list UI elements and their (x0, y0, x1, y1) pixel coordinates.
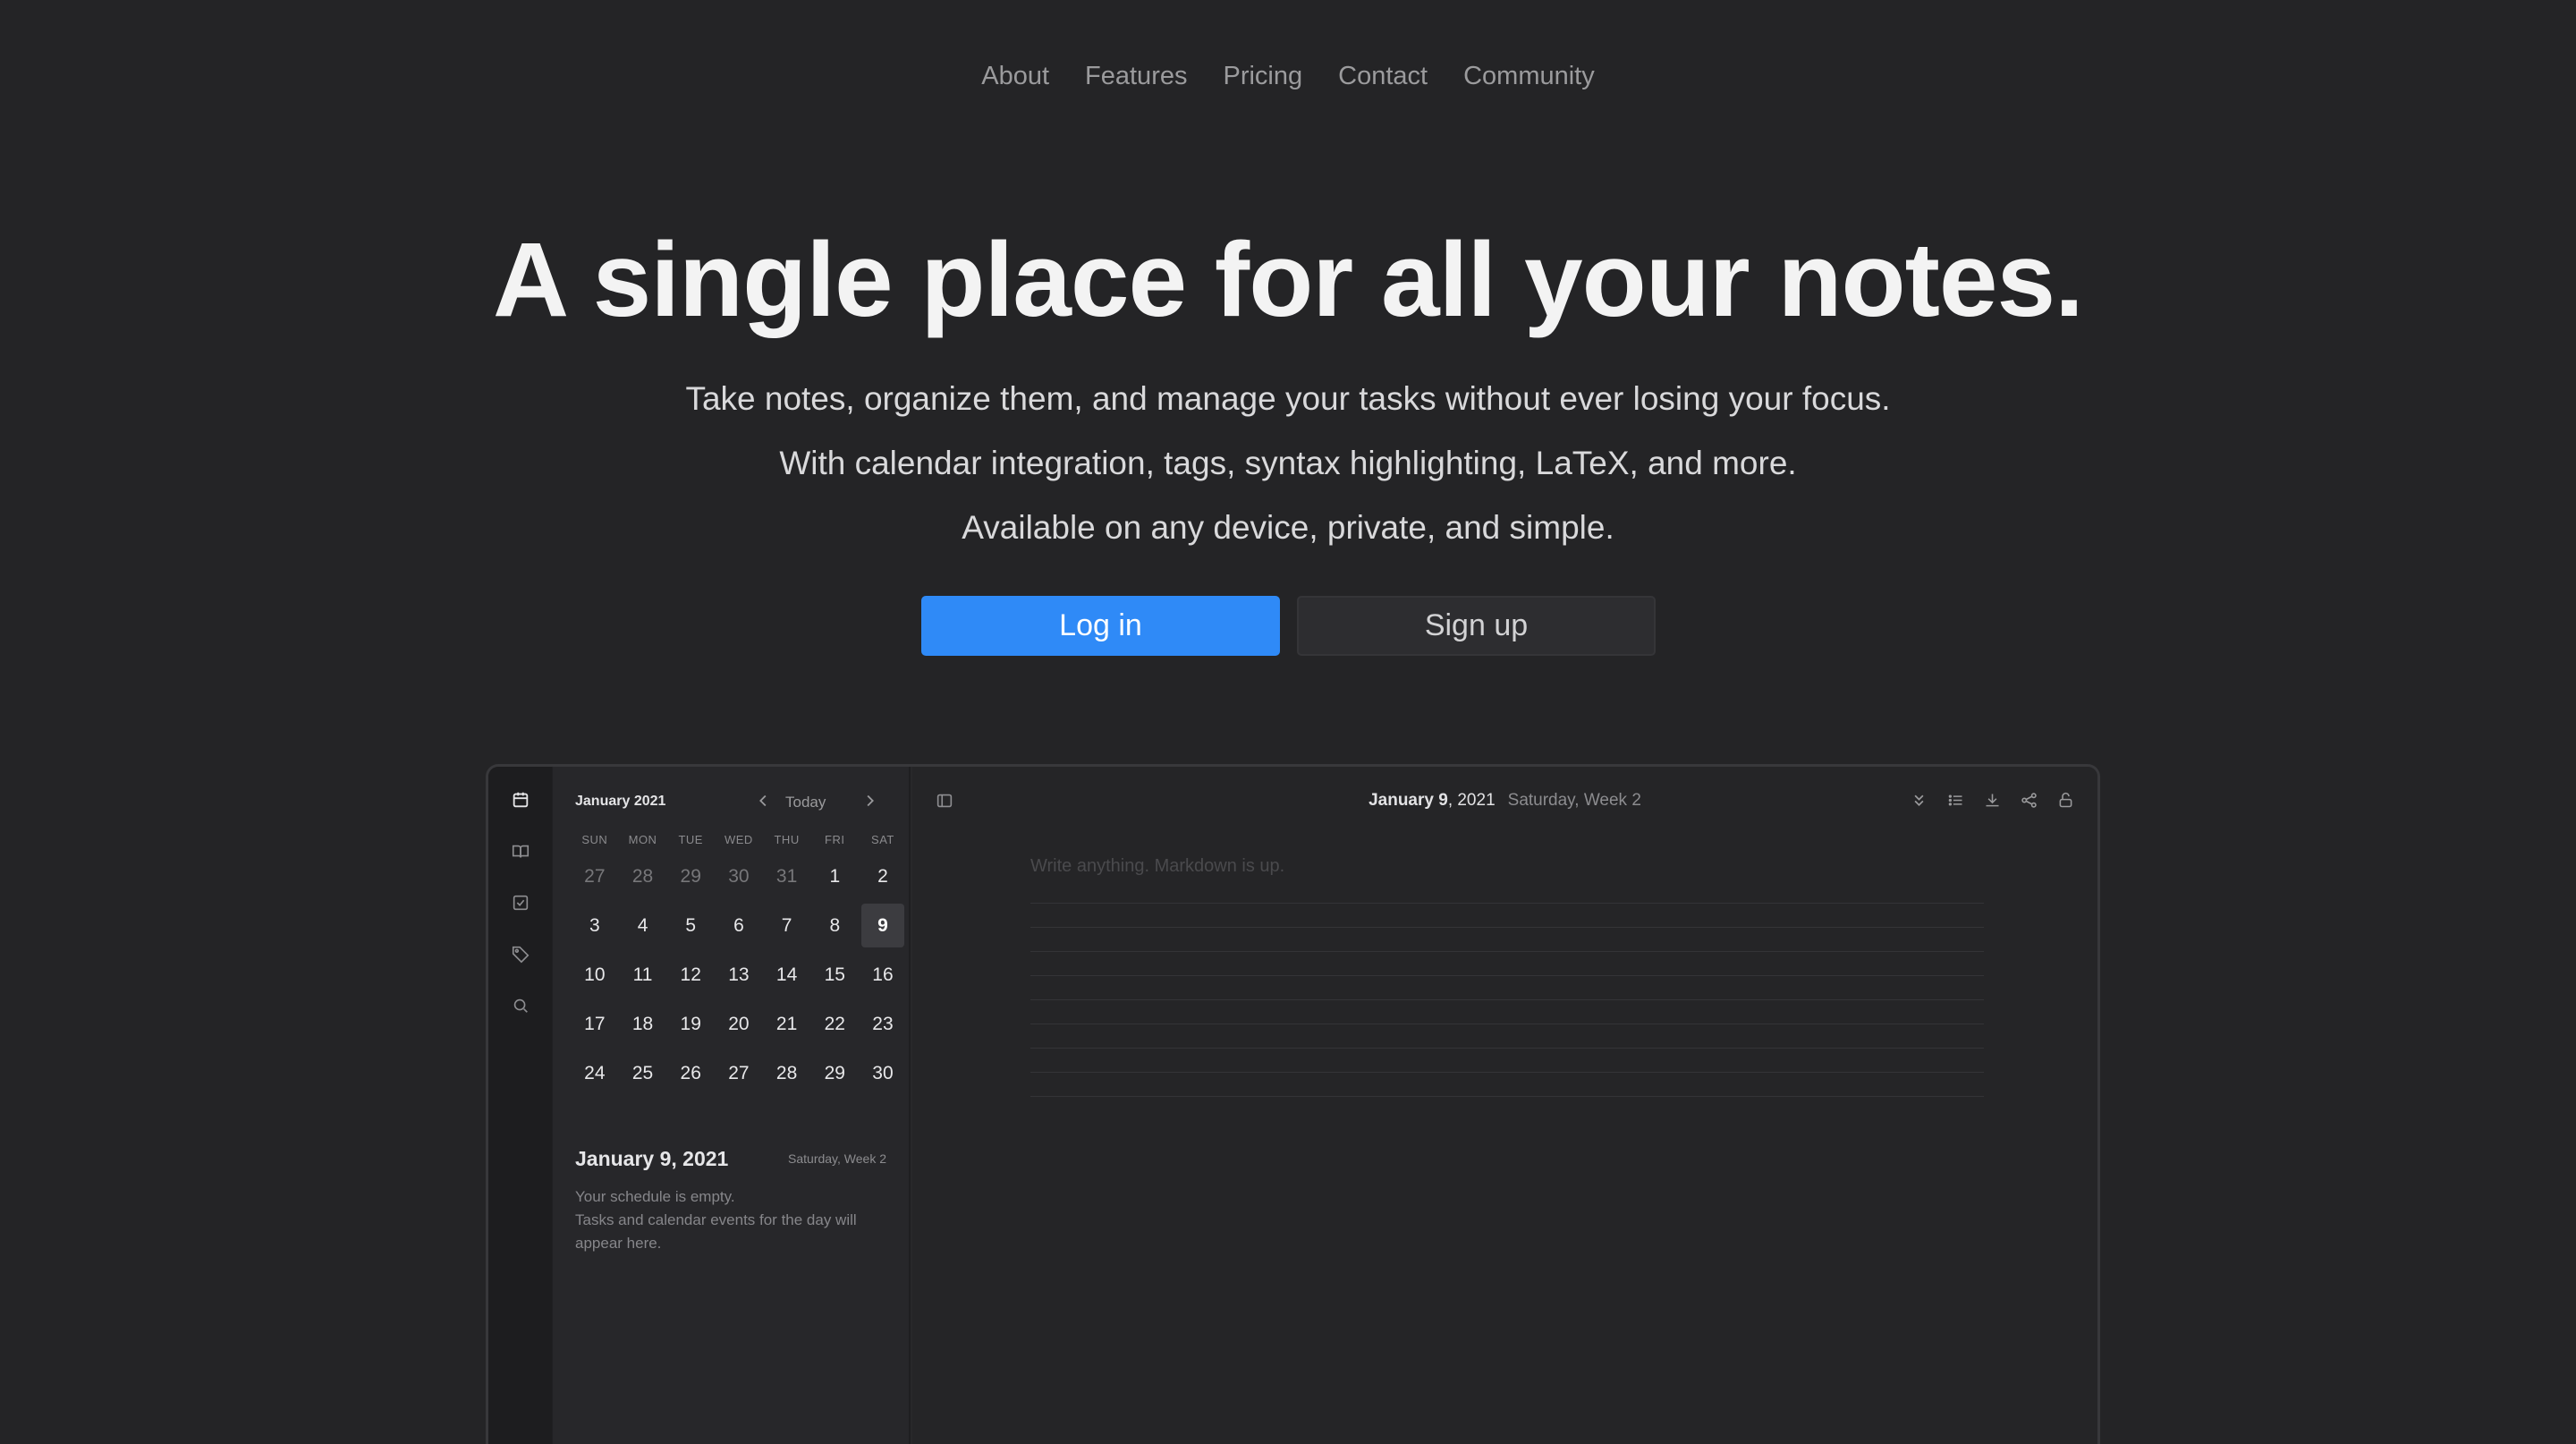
editor-title-sub: Saturday, Week 2 (1507, 791, 1641, 810)
weekday-label: MON (628, 833, 657, 846)
calendar-day[interactable]: 25 (622, 1051, 665, 1095)
calendar-day[interactable]: 30 (717, 854, 760, 898)
weekday-label: THU (774, 833, 800, 846)
weekday-label: WED (724, 833, 753, 846)
calendar-day[interactable]: 11 (622, 953, 665, 997)
weekday-label: SUN (581, 833, 608, 846)
calendar-day[interactable]: 24 (573, 1051, 616, 1095)
hero-line-1: Take notes, organize them, and manage yo… (685, 380, 1891, 417)
calendar-day[interactable]: 15 (813, 953, 856, 997)
calendar-day[interactable]: 23 (861, 1002, 904, 1046)
calendar-day[interactable]: 29 (813, 1051, 856, 1095)
hero-title: A single place for all your notes. (493, 221, 2084, 339)
today-button[interactable]: Today (785, 794, 826, 811)
schedule-empty-message: Your schedule is empty. Tasks and calend… (575, 1185, 897, 1255)
top-nav: About Features Pricing Contact Community (0, 54, 2576, 98)
schedule-empty-line: Your schedule is empty. (575, 1188, 735, 1205)
calendar-day[interactable]: 18 (622, 1002, 665, 1046)
login-button[interactable]: Log in (921, 596, 1280, 656)
calendar-day[interactable]: 21 (766, 1002, 809, 1046)
calendar-day[interactable]: 28 (622, 854, 665, 898)
icon-rail (488, 767, 553, 1444)
weekday-label: FRI (825, 833, 845, 846)
app-preview: January 2021 Today SUN MON TUE WED THU F… (486, 764, 2100, 1444)
calendar-day[interactable]: 1 (813, 854, 856, 898)
calendar-day[interactable]: 8 (813, 904, 856, 947)
calendar-day[interactable]: 16 (861, 953, 904, 997)
signup-button[interactable]: Sign up (1297, 596, 1656, 656)
editor-title-date: January 9 (1368, 791, 1448, 810)
note-editor: January 9, 2021 Saturday, Week 2 Write an… (912, 767, 2097, 1444)
calendar-day[interactable]: 27 (717, 1051, 760, 1095)
calendar-days-grid: 27 28 29 30 31 1 2 3 4 5 6 7 8 9 10 11 12 13 14 15 16 17 18 19 2… (571, 852, 907, 1098)
download-icon[interactable] (1983, 791, 2002, 810)
calendar-day[interactable]: 22 (813, 1002, 856, 1046)
calendar-day[interactable]: 3 (573, 904, 616, 947)
calendar-day[interactable]: 10 (573, 953, 616, 997)
calendar-day[interactable]: 4 (622, 904, 665, 947)
calendar-day[interactable]: 30 (861, 1051, 904, 1095)
calendar-day[interactable]: 13 (717, 953, 760, 997)
calendar-icon[interactable] (511, 790, 530, 810)
editor-toolbar (1910, 791, 2075, 810)
schedule-empty-line: Tasks and calendar events for the day wi… (575, 1211, 857, 1252)
hero-line-2: With calendar integration, tags, syntax … (779, 445, 1797, 481)
calendar-day-selected[interactable]: 9 (861, 904, 904, 947)
nav-community[interactable]: Community (1463, 54, 1595, 98)
calendar-day[interactable]: 6 (717, 904, 760, 947)
hero-line-3: Available on any device, private, and si… (962, 509, 1614, 546)
calendar-day[interactable]: 2 (861, 854, 904, 898)
calendar-day[interactable]: 12 (669, 953, 712, 997)
calendar-day[interactable]: 27 (573, 854, 616, 898)
calendar-month-label: January 2021 (575, 794, 666, 809)
calendar-panel: January 2021 Today SUN MON TUE WED THU F… (553, 767, 911, 1444)
calendar-day[interactable]: 14 (766, 953, 809, 997)
weekday-header: SUN MON TUE WED THU FRI SAT (571, 833, 907, 846)
tag-icon[interactable] (511, 944, 530, 964)
chevron-right-icon[interactable] (860, 791, 879, 811)
lock-icon[interactable] (2056, 791, 2075, 810)
calendar-day[interactable]: 26 (669, 1051, 712, 1095)
schedule-week: Saturday, Week 2 (788, 1151, 886, 1166)
calendar-day[interactable]: 31 (766, 854, 809, 898)
list-icon[interactable] (1946, 791, 1965, 810)
calendar-day[interactable]: 7 (766, 904, 809, 947)
search-icon[interactable] (511, 996, 530, 1015)
editor-placeholder[interactable]: Write anything. Markdown is up. (1030, 856, 1284, 877)
nav-contact[interactable]: Contact (1338, 54, 1428, 98)
calendar-day[interactable]: 29 (669, 854, 712, 898)
chevron-left-icon[interactable] (754, 791, 774, 811)
calendar-day[interactable]: 17 (573, 1002, 616, 1046)
weekday-label: SAT (871, 833, 894, 846)
calendar-day[interactable]: 20 (717, 1002, 760, 1046)
editor-ruled-lines (1030, 903, 1984, 1097)
editor-title-year: , 2021 (1447, 791, 1496, 810)
share-icon[interactable] (2020, 791, 2038, 810)
calendar-day[interactable]: 28 (766, 1051, 809, 1095)
nav-pricing[interactable]: Pricing (1223, 54, 1302, 98)
nav-about[interactable]: About (981, 54, 1049, 98)
calendar-day[interactable]: 19 (669, 1002, 712, 1046)
calendar-day[interactable]: 5 (669, 904, 712, 947)
collapse-icon[interactable] (1910, 791, 1928, 810)
nav-features[interactable]: Features (1085, 54, 1187, 98)
task-checkbox-icon[interactable] (511, 893, 530, 913)
book-icon[interactable] (511, 842, 530, 862)
schedule-date: January 9, 2021 (575, 1147, 729, 1170)
weekday-label: TUE (678, 833, 703, 846)
